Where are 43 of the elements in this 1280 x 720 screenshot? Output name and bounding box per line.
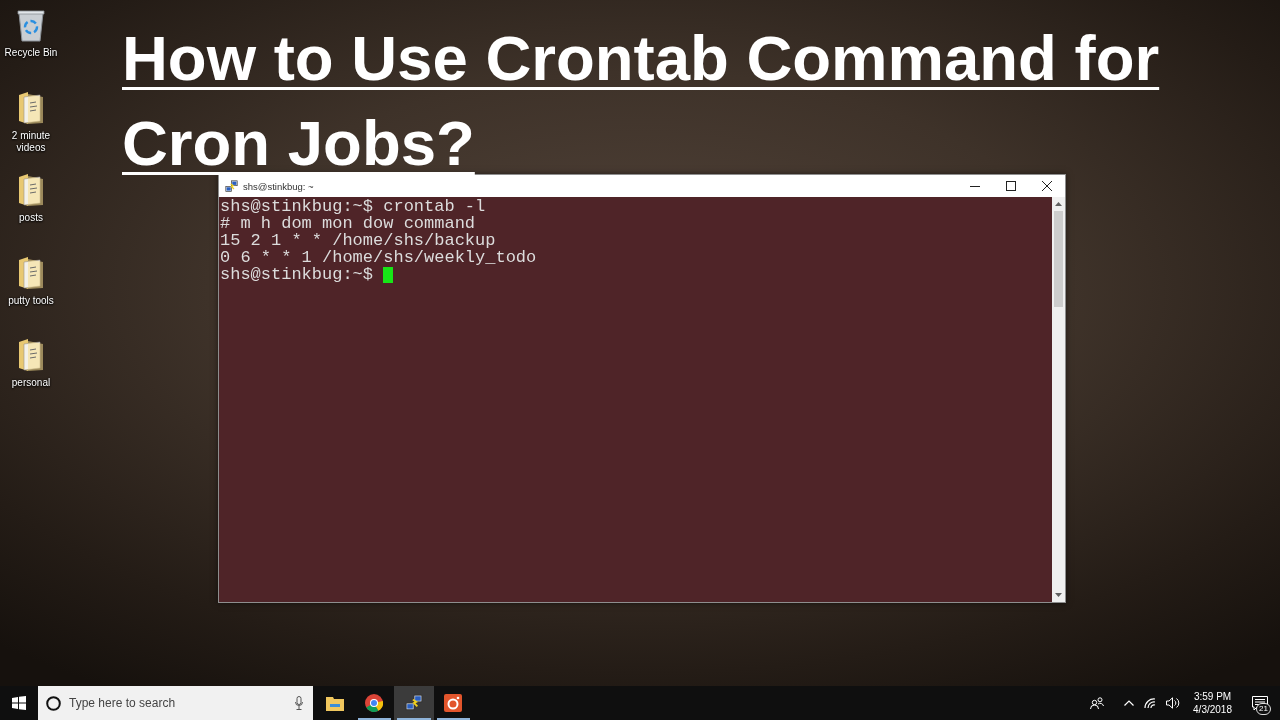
- speech-bubble-icon: [1252, 695, 1268, 711]
- recycle-bin-icon: [15, 8, 47, 42]
- microphone-icon: [295, 696, 303, 710]
- video-title-text: How to Use Crontab Command for: [122, 28, 1160, 88]
- minimize-icon: [970, 185, 980, 187]
- caret-up-icon: [1124, 700, 1135, 706]
- folder-icon: [325, 695, 344, 711]
- terminal-line: # m h dom mon dow command: [220, 215, 476, 232]
- folder-icon: [18, 90, 44, 125]
- people-icon: [1090, 697, 1105, 709]
- desktop-icon-label[interactable]: Recycle Bin: [1, 47, 61, 59]
- four-panes-icon: [12, 696, 26, 710]
- up-arrow-icon: [1055, 202, 1062, 206]
- terminal-line: 0 6 * * 1 /home/shs/weekly_todo: [220, 249, 537, 266]
- linked-computers-icon: [404, 694, 423, 712]
- desktop-icon-label[interactable]: 2 minute videos: [1, 129, 61, 154]
- desktop-icon-label[interactable]: putty tools: [1, 294, 61, 307]
- ring-icon: [46, 695, 61, 711]
- notifications-button[interactable]: 21: [1240, 686, 1276, 720]
- notification-count: 21: [1256, 703, 1271, 715]
- terminal-line: 15 2 1 * * /home/shs/backup: [220, 232, 496, 249]
- speaker-icon: [1166, 697, 1181, 709]
- desktop-icon-label[interactable]: posts: [1, 212, 61, 224]
- folder-icon: [18, 255, 44, 290]
- search-box[interactable]: Type here to search: [38, 686, 313, 720]
- down-arrow-icon: [1055, 593, 1062, 597]
- folder-icon: [18, 173, 44, 207]
- terminal-prompt: shs@stinkbug:~$: [220, 266, 374, 283]
- browser-icon: [365, 694, 384, 712]
- search-field[interactable]: Type here to search: [69, 693, 287, 713]
- video-title-text: Cron Jobs?: [122, 113, 475, 173]
- clock-button[interactable]: 3:59 PM 4/3/2018: [1185, 686, 1240, 720]
- close-icon: [1042, 181, 1052, 191]
- terminal-line: shs@stinkbug:~$ crontab -l: [220, 198, 486, 215]
- scrollbar[interactable]: [1052, 197, 1065, 602]
- window-title: shs@stinkbug: ~: [243, 180, 315, 192]
- maximize-icon: [1006, 181, 1016, 191]
- camera-icon: [444, 694, 463, 712]
- linked-computers-icon: [225, 179, 238, 193]
- scrollbar-thumb[interactable]: [1054, 211, 1063, 307]
- desktop-icon-label[interactable]: personal: [1, 377, 61, 389]
- folder-icon: [18, 338, 44, 372]
- wifi-icon: [1144, 697, 1157, 709]
